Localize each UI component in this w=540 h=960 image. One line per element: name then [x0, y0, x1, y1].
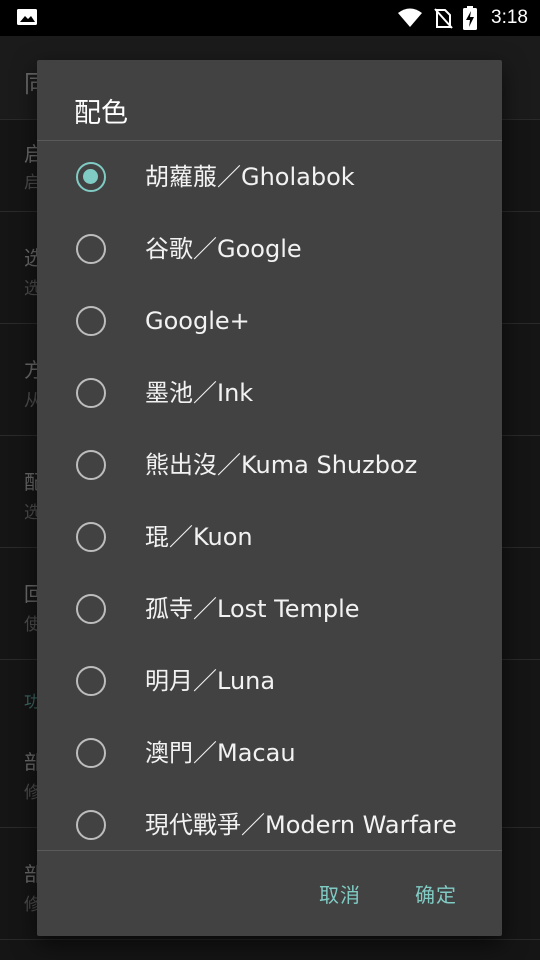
option-label: Google+	[145, 306, 250, 335]
option-kuma-shuzboz[interactable]: 熊出沒／Kuma Shuzboz	[37, 429, 502, 501]
dialog-title: 配色	[74, 98, 128, 129]
option-macau[interactable]: 澳門／Macau	[37, 717, 502, 789]
dialog-actions: 取消 确定	[37, 851, 502, 936]
option-google[interactable]: 谷歌／Google	[37, 213, 502, 285]
option-google-plus[interactable]: Google+	[37, 285, 502, 357]
option-label: 澳門／Macau	[145, 738, 296, 767]
option-label: 胡蘿菔／Gholabok	[145, 162, 355, 191]
option-modern-warfare[interactable]: 現代戰爭／Modern Warfare	[37, 789, 502, 850]
radio-button[interactable]	[76, 810, 106, 840]
color-scheme-dialog: 配色 胡蘿菔／Gholabok 谷歌／Google Google+ 墨池／Ink…	[37, 60, 502, 936]
radio-button[interactable]	[76, 234, 106, 264]
options-list[interactable]: 胡蘿菔／Gholabok 谷歌／Google Google+ 墨池／Ink 熊出…	[37, 141, 502, 850]
no-sim-icon	[434, 8, 453, 29]
option-lost-temple[interactable]: 孤寺／Lost Temple	[37, 573, 502, 645]
option-label: 明月／Luna	[145, 666, 276, 695]
cancel-button[interactable]: 取消	[309, 871, 371, 915]
battery-charging-icon	[463, 6, 478, 30]
radio-button[interactable]	[76, 162, 106, 192]
wifi-icon	[398, 8, 423, 27]
radio-button[interactable]	[76, 666, 106, 696]
radio-button[interactable]	[76, 378, 106, 408]
option-kuon[interactable]: 琨／Kuon	[37, 501, 502, 573]
option-gholabok[interactable]: 胡蘿菔／Gholabok	[37, 141, 502, 213]
option-label: 熊出沒／Kuma Shuzboz	[145, 450, 418, 479]
option-label: 孤寺／Lost Temple	[145, 594, 360, 623]
option-label: 墨池／Ink	[145, 378, 254, 407]
radio-button[interactable]	[76, 522, 106, 552]
option-luna[interactable]: 明月／Luna	[37, 645, 502, 717]
option-label: 現代戰爭／Modern Warfare	[145, 810, 457, 839]
radio-button[interactable]	[76, 594, 106, 624]
option-label: 谷歌／Google	[145, 234, 302, 263]
option-ink[interactable]: 墨池／Ink	[37, 357, 502, 429]
image-icon	[17, 9, 37, 25]
radio-button[interactable]	[76, 738, 106, 768]
clock: 3:18	[491, 7, 528, 28]
status-bar: 3:18	[0, 0, 540, 36]
option-label: 琨／Kuon	[145, 522, 253, 551]
radio-button[interactable]	[76, 450, 106, 480]
confirm-button[interactable]: 确定	[405, 871, 467, 915]
radio-button[interactable]	[76, 306, 106, 336]
